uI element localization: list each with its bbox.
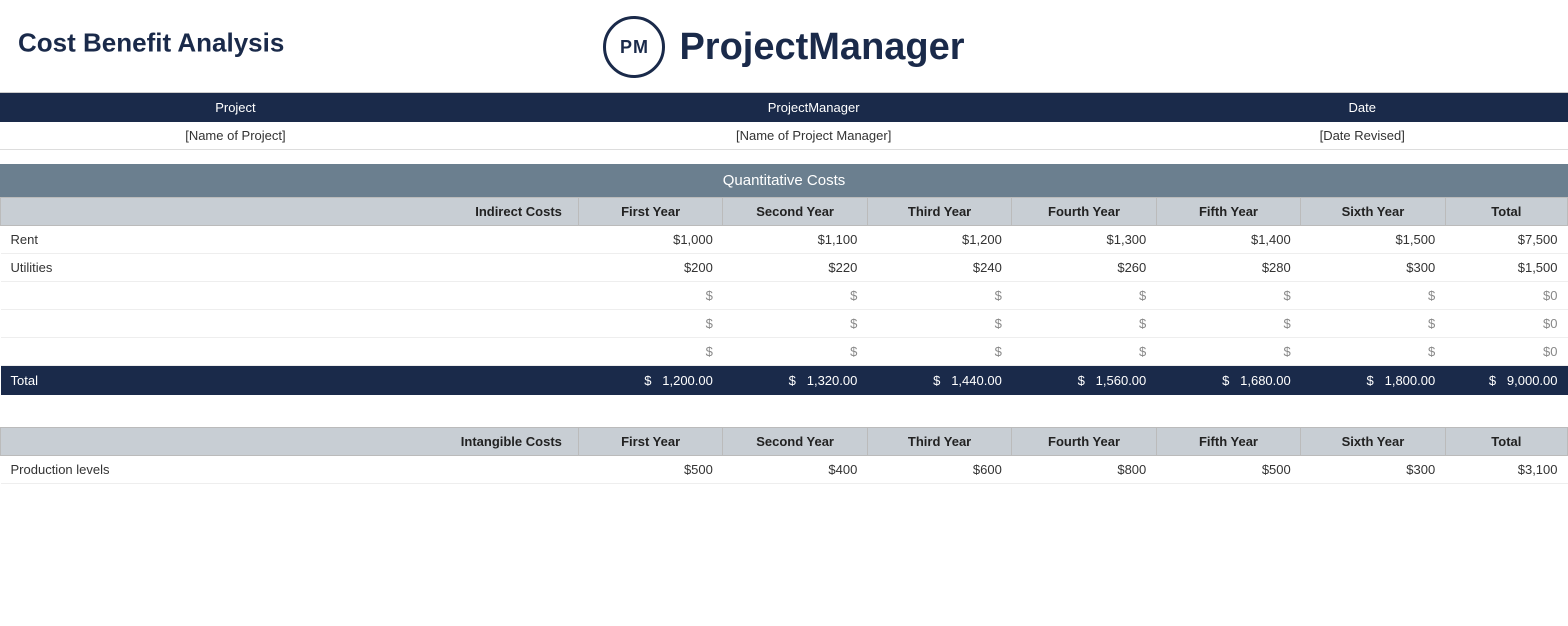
row-value: $1,300 xyxy=(1012,226,1156,254)
row-value: $0 xyxy=(1445,282,1567,310)
col-fourth-year: Fourth Year xyxy=(1012,198,1156,226)
total-value: $ 1,680.00 xyxy=(1156,366,1300,396)
row-value: $ xyxy=(723,310,867,338)
row-value: $220 xyxy=(723,254,867,282)
row-value: $ xyxy=(578,282,722,310)
total-value: $ 1,800.00 xyxy=(1301,366,1445,396)
row-value: $ xyxy=(723,282,867,310)
row-value: $500 xyxy=(1156,456,1300,484)
indirect-costs-table: Indirect Costs First Year Second Year Th… xyxy=(0,197,1568,395)
row-value: $7,500 xyxy=(1445,226,1567,254)
quantitative-costs-title: Quantitative Costs xyxy=(0,164,1568,197)
row-label: Utilities xyxy=(1,254,579,282)
info-header-pm: ProjectManager xyxy=(471,93,1157,122)
total-label: Total xyxy=(1,366,579,396)
row-label xyxy=(1,282,579,310)
info-value-pm: [Name of Project Manager] xyxy=(471,122,1157,150)
table-row: Utilities$200$220$240$260$280$300$1,500 xyxy=(1,254,1568,282)
info-value-date: [Date Revised] xyxy=(1156,122,1568,150)
row-label xyxy=(1,310,579,338)
row-value: $ xyxy=(1012,282,1156,310)
intangible-costs-section: Intangible Costs First Year Second Year … xyxy=(0,427,1568,484)
header: Cost Benefit Analysis PM ProjectManager xyxy=(0,0,1568,86)
table-row: Rent$1,000$1,100$1,200$1,300$1,400$1,500… xyxy=(1,226,1568,254)
row-value: $240 xyxy=(867,254,1011,282)
table-row: Production levels$500$400$600$800$500$30… xyxy=(1,456,1568,484)
row-value: $ xyxy=(1156,338,1300,366)
intangible-col-total: Total xyxy=(1445,428,1567,456)
row-label xyxy=(1,338,579,366)
row-value: $ xyxy=(723,338,867,366)
col-third-year: Third Year xyxy=(867,198,1011,226)
indirect-costs-header: Indirect Costs xyxy=(1,198,579,226)
row-value: $0 xyxy=(1445,338,1567,366)
row-value: $ xyxy=(1301,338,1445,366)
table-row: $$$$$$$0 xyxy=(1,310,1568,338)
row-value: $ xyxy=(867,282,1011,310)
intangible-col-sixth-year: Sixth Year xyxy=(1301,428,1445,456)
row-value: $ xyxy=(1012,338,1156,366)
intangible-col-fourth-year: Fourth Year xyxy=(1012,428,1156,456)
row-value: $ xyxy=(578,310,722,338)
info-value-project: [Name of Project] xyxy=(0,122,471,150)
row-value: $ xyxy=(867,338,1011,366)
row-value: $ xyxy=(867,310,1011,338)
info-bar: Project ProjectManager Date [Name of Pro… xyxy=(0,92,1568,150)
row-value: $300 xyxy=(1301,254,1445,282)
row-value: $280 xyxy=(1156,254,1300,282)
row-value: $500 xyxy=(578,456,722,484)
total-value: $ 1,560.00 xyxy=(1012,366,1156,396)
row-value: $ xyxy=(578,338,722,366)
row-value: $1,500 xyxy=(1445,254,1567,282)
info-header-project: Project xyxy=(0,93,471,122)
row-value: $1,500 xyxy=(1301,226,1445,254)
row-value: $1,200 xyxy=(867,226,1011,254)
total-value: $ 1,200.00 xyxy=(578,366,722,396)
info-header-date: Date xyxy=(1156,93,1568,122)
intangible-costs-table: Intangible Costs First Year Second Year … xyxy=(0,427,1568,484)
row-value: $260 xyxy=(1012,254,1156,282)
table-row: $$$$$$$0 xyxy=(1,338,1568,366)
quantitative-costs-section: Quantitative Costs Indirect Costs First … xyxy=(0,164,1568,395)
page: Cost Benefit Analysis PM ProjectManager … xyxy=(0,0,1568,626)
row-value: $300 xyxy=(1301,456,1445,484)
total-value: $ 1,320.00 xyxy=(723,366,867,396)
col-first-year: First Year xyxy=(578,198,722,226)
row-value: $1,000 xyxy=(578,226,722,254)
row-label: Rent xyxy=(1,226,579,254)
logo-circle: PM xyxy=(603,16,665,78)
row-value: $0 xyxy=(1445,310,1567,338)
total-value: $ 9,000.00 xyxy=(1445,366,1567,396)
row-value: $ xyxy=(1301,282,1445,310)
table-row: $$$$$$$0 xyxy=(1,282,1568,310)
total-value: $ 1,440.00 xyxy=(867,366,1011,396)
row-value: $200 xyxy=(578,254,722,282)
page-title: Cost Benefit Analysis xyxy=(18,27,284,58)
logo-container: PM ProjectManager xyxy=(603,16,964,78)
row-value: $ xyxy=(1301,310,1445,338)
col-fifth-year: Fifth Year xyxy=(1156,198,1300,226)
logo-brand: ProjectManager xyxy=(679,26,964,69)
intangible-col-second-year: Second Year xyxy=(723,428,867,456)
intangible-col-fifth-year: Fifth Year xyxy=(1156,428,1300,456)
row-value: $ xyxy=(1012,310,1156,338)
intangible-col-first-year: First Year xyxy=(578,428,722,456)
intangible-col-third-year: Third Year xyxy=(867,428,1011,456)
intangible-costs-header: Intangible Costs xyxy=(1,428,579,456)
row-value: $3,100 xyxy=(1445,456,1567,484)
col-second-year: Second Year xyxy=(723,198,867,226)
row-value: $ xyxy=(1156,310,1300,338)
row-label: Production levels xyxy=(1,456,579,484)
row-value: $400 xyxy=(723,456,867,484)
row-value: $800 xyxy=(1012,456,1156,484)
row-value: $600 xyxy=(867,456,1011,484)
total-row: Total$ 1,200.00$ 1,320.00$ 1,440.00$ 1,5… xyxy=(1,366,1568,396)
row-value: $1,100 xyxy=(723,226,867,254)
row-value: $ xyxy=(1156,282,1300,310)
col-total: Total xyxy=(1445,198,1567,226)
col-sixth-year: Sixth Year xyxy=(1301,198,1445,226)
row-value: $1,400 xyxy=(1156,226,1300,254)
